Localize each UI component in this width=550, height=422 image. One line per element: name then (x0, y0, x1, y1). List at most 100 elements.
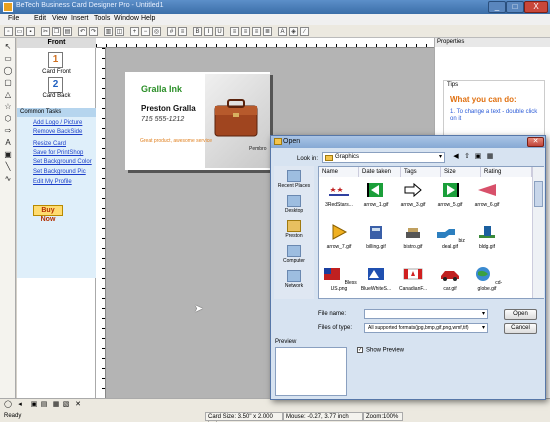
buy-now-button[interactable]: Buy Now (33, 205, 63, 223)
task-set-bg-color[interactable]: Set Background Color (33, 159, 92, 165)
delete-icon[interactable]: ✕ (74, 401, 82, 409)
grid-icon[interactable]: # (167, 27, 176, 36)
star-icon[interactable]: ☆ (3, 102, 13, 112)
card-side-text[interactable]: Pembro (249, 146, 267, 152)
pointer-icon[interactable]: ↖ (3, 42, 13, 52)
menu-edit[interactable]: Edit (34, 15, 46, 22)
view-menu-icon[interactable]: ▦ (485, 152, 495, 162)
new-icon[interactable]: ▫ (4, 27, 13, 36)
layer-icon[interactable]: ▧ (62, 401, 70, 409)
zoom-in-icon[interactable]: + (130, 27, 139, 36)
task-edit-profile[interactable]: Edit My Profile (33, 179, 72, 185)
menu-view[interactable]: View (52, 15, 67, 22)
file-item[interactable]: arrow_6.gif (469, 182, 505, 208)
file-item[interactable]: arrow_1.gif (358, 182, 394, 208)
file-item[interactable]: bistro.gif (395, 224, 431, 250)
underline-icon[interactable]: U (215, 27, 224, 36)
print-icon[interactable]: ▥ (104, 27, 113, 36)
open-icon[interactable]: ▭ (15, 27, 24, 36)
place-recent[interactable]: Recent Places (274, 170, 314, 189)
file-name-input[interactable]: ▾ (364, 309, 488, 319)
align-center-icon[interactable]: ≡ (241, 27, 250, 36)
up-folder-icon[interactable]: ⇧ (462, 152, 472, 162)
chevron-down-icon[interactable]: ▾ (482, 324, 485, 333)
copy-icon[interactable]: ❐ (52, 27, 61, 36)
align-icon[interactable]: ≡ (178, 27, 187, 36)
zoom-out-icon[interactable]: − (141, 27, 150, 36)
file-item[interactable]: Bless US.png (321, 266, 357, 292)
arrow-icon[interactable]: ⇨ (3, 126, 13, 136)
back-arrow-icon[interactable]: ◀ (451, 152, 461, 162)
bold-icon[interactable]: B (193, 27, 202, 36)
align-left-icon[interactable]: ≡ (230, 27, 239, 36)
file-item[interactable]: 3RedStars... (321, 182, 357, 208)
minimize-button[interactable]: _ (488, 1, 506, 13)
menu-window[interactable]: Window (114, 15, 139, 22)
file-item[interactable]: arrow_3.gif (395, 182, 431, 208)
image-icon[interactable]: ▣ (3, 150, 13, 160)
show-preview-checkbox[interactable]: ✓ Show Preview (357, 347, 404, 354)
file-item[interactable]: CanadianF... (395, 266, 431, 292)
place-desktop[interactable]: Desktop (274, 195, 314, 214)
checkbox-checked-icon[interactable]: ✓ (357, 347, 363, 353)
card-phone[interactable]: 715 555-1212 (141, 116, 184, 123)
place-user[interactable]: Preston (274, 220, 314, 239)
rectangle-icon[interactable]: ▭ (3, 54, 13, 64)
maximize-button[interactable]: □ (506, 1, 524, 13)
justify-icon[interactable]: ≣ (263, 27, 272, 36)
column-size[interactable]: Size (441, 167, 481, 177)
cut-icon[interactable]: ✂ (41, 27, 50, 36)
scrollbar-thumb[interactable] (534, 181, 543, 207)
preview-icon[interactable]: ◫ (115, 27, 124, 36)
column-date-taken[interactable]: Date taken (359, 167, 401, 177)
column-name[interactable]: Name (319, 167, 359, 177)
menu-help[interactable]: Help (141, 15, 155, 22)
file-item[interactable]: billing.gif (358, 224, 394, 250)
align-right-icon[interactable]: ≡ (252, 27, 261, 36)
column-rating[interactable]: Rating (481, 167, 532, 177)
file-item[interactable]: BlueWhiteS... (358, 266, 394, 292)
file-list[interactable]: Name Date taken Tags Size Rating 3RedSta… (318, 166, 544, 299)
open-button[interactable]: Open (504, 309, 537, 320)
curve-icon[interactable]: ∿ (3, 174, 13, 184)
task-remove-backside[interactable]: Remove BackSide (33, 129, 82, 135)
file-list-scrollbar[interactable] (532, 167, 544, 298)
new-folder-icon[interactable]: ▣ (473, 152, 483, 162)
card-back-label[interactable]: Card Back (17, 93, 96, 99)
task-resize-card[interactable]: Resize Card (33, 141, 66, 147)
save-icon[interactable]: ▪ (26, 27, 35, 36)
dialog-close-button[interactable]: ✕ (527, 137, 544, 147)
back-icon[interactable]: ◂ (16, 401, 24, 409)
file-item[interactable]: arrow_7.gif (321, 224, 357, 250)
menu-insert[interactable]: Insert (71, 15, 89, 22)
zoom-fit-icon[interactable]: ◎ (152, 27, 161, 36)
look-in-select[interactable]: Graphics ▾ (322, 152, 445, 163)
lock-icon[interactable]: ▦ (52, 401, 60, 409)
cancel-button[interactable]: Cancel (504, 323, 537, 334)
column-tags[interactable]: Tags (401, 167, 441, 177)
card-back-thumb[interactable]: 2 (48, 77, 63, 93)
card-slogan[interactable]: Great product, awesome service (140, 138, 212, 144)
triangle-icon[interactable]: △ (3, 90, 13, 100)
menu-file[interactable]: File (8, 15, 19, 22)
font-color-icon[interactable]: A (278, 27, 287, 36)
close-button[interactable]: X (524, 1, 548, 13)
file-item[interactable]: cd-globe.gif (469, 266, 505, 292)
italic-icon[interactable]: I (204, 27, 213, 36)
ellipse-icon[interactable]: ◯ (3, 66, 13, 76)
place-computer[interactable]: Computer (274, 245, 314, 264)
card-person[interactable]: Preston Gralla (141, 104, 196, 113)
place-network[interactable]: Network (274, 270, 314, 289)
file-type-select[interactable]: All supported formats(jpg,bmp,gif,png,wm… (364, 323, 488, 333)
group-icon[interactable]: ▣ (30, 401, 38, 409)
hexagon-icon[interactable]: ⬡ (3, 114, 13, 124)
task-set-bg-pic[interactable]: Set Background Pic (33, 169, 86, 175)
card-front-thumb[interactable]: 1 (48, 52, 63, 68)
file-item[interactable]: biz deal.gif (432, 224, 468, 250)
file-item[interactable]: arrow_5.gif (432, 182, 468, 208)
file-item[interactable]: bldg.gif (469, 224, 505, 250)
undo-icon[interactable]: ↶ (78, 27, 87, 36)
redo-icon[interactable]: ↷ (89, 27, 98, 36)
card-photo[interactable] (205, 74, 270, 168)
circle-tool-icon[interactable]: ◯ (4, 401, 12, 409)
